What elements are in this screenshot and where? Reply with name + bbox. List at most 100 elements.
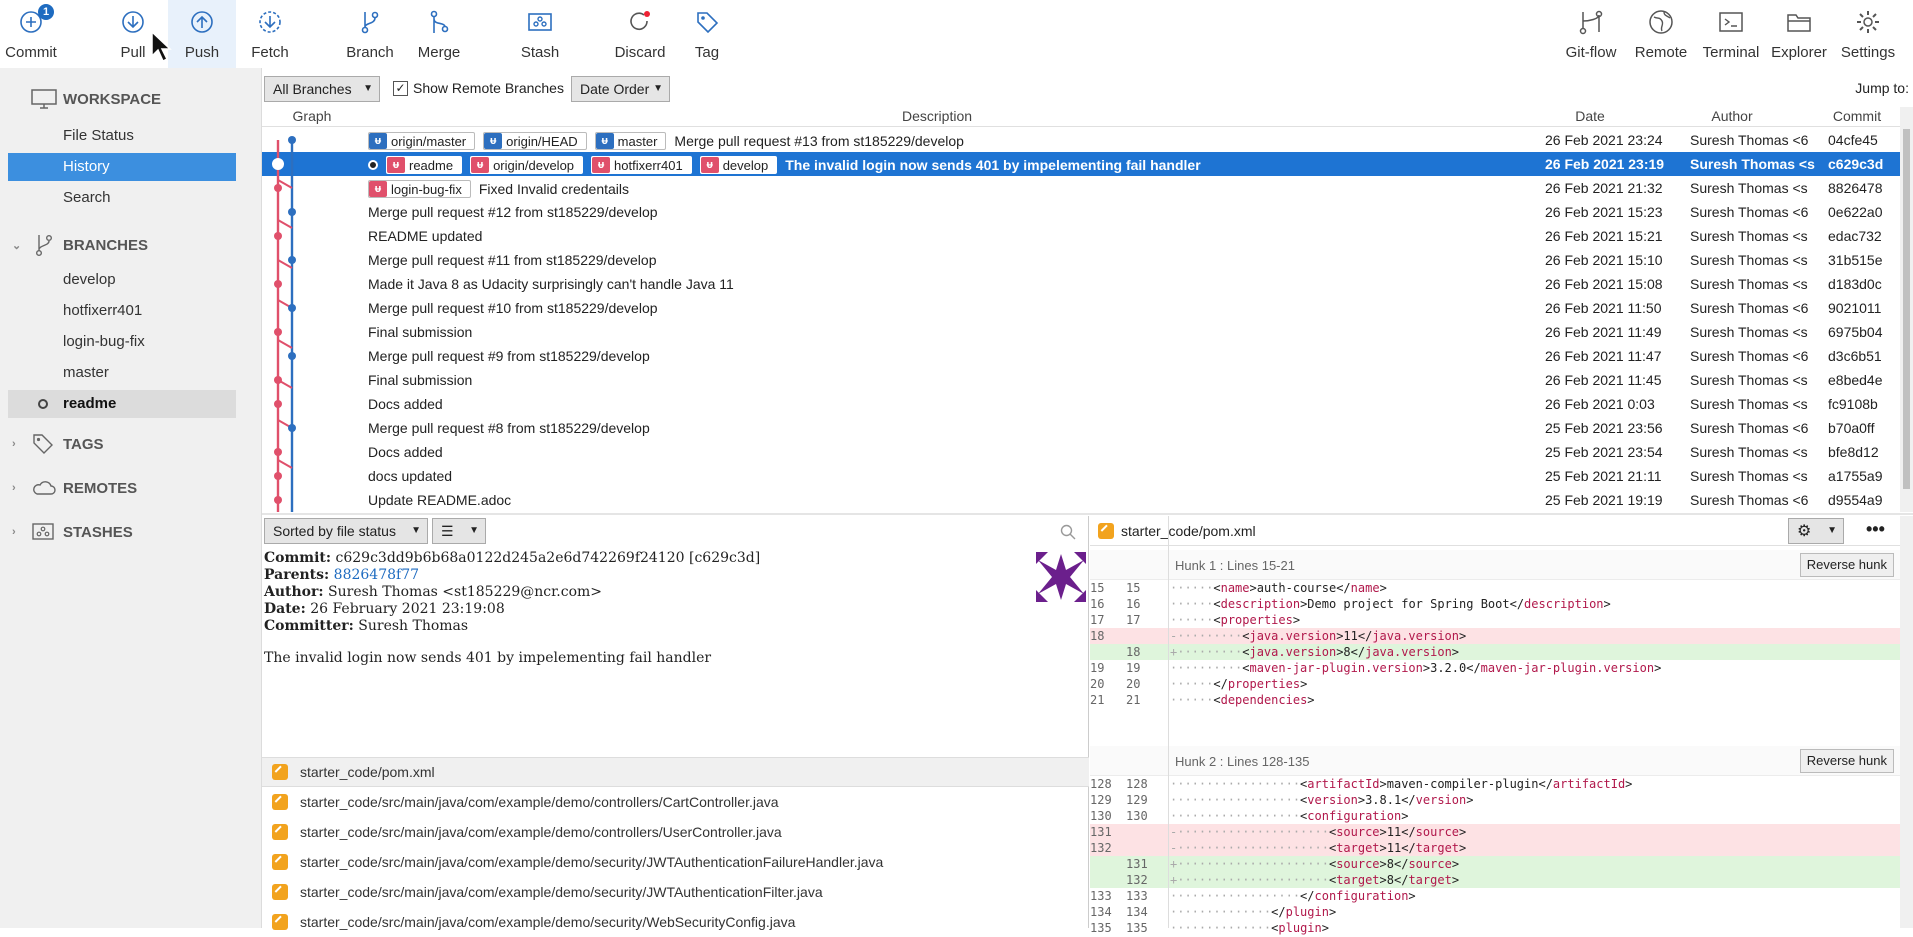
commit-list: ᵾ origin/master ᵾ origin/HEAD ᵾ master Merge p… bbox=[262, 128, 1900, 512]
view-mode-dropdown[interactable]: ☰ ▼ bbox=[432, 518, 486, 544]
tag-close: > bbox=[1379, 581, 1387, 595]
reverse-hunk-1-button[interactable]: Reverse hunk bbox=[1799, 553, 1894, 577]
branch-button[interactable]: Branch bbox=[344, 0, 396, 68]
sidebar-item-readme[interactable]: readme bbox=[8, 390, 236, 418]
file-row[interactable]: starter_code/src/main/java/com/example/d… bbox=[262, 787, 1089, 817]
commit-row[interactable]: Merge pull request #9 from st185229/deve… bbox=[262, 344, 1900, 368]
indent-whitespace: -····················· bbox=[1170, 825, 1329, 839]
commit-list-scrollbar[interactable] bbox=[1900, 107, 1913, 512]
commit-description: Final submission bbox=[368, 372, 472, 388]
file-row[interactable]: starter_code/src/main/java/com/example/d… bbox=[262, 907, 1089, 937]
graph-column-header[interactable]: Graph bbox=[262, 108, 362, 124]
commit-row[interactable]: Update README.adoc 25 Feb 2021 19:19 Sures… bbox=[262, 488, 1900, 512]
branch-label[interactable]: ᵾ origin/HEAD bbox=[483, 132, 587, 150]
more-options-icon[interactable]: ••• bbox=[1866, 519, 1885, 540]
commit-row[interactable]: Final submission 26 Feb 2021 11:49 Suresh … bbox=[262, 320, 1900, 344]
xml-tag: description bbox=[1524, 597, 1604, 611]
author-column-header[interactable]: Author bbox=[1682, 108, 1782, 124]
merge-button[interactable]: Merge bbox=[414, 0, 464, 68]
commit-row[interactable]: ᵾ readme ᵾ origin/develop ᵾ hotfixerr401 ᵾ deve… bbox=[262, 152, 1900, 176]
pull-label: Pull bbox=[120, 44, 146, 61]
push-button[interactable]: Push bbox=[168, 0, 236, 68]
sidebar-item-history[interactable]: History bbox=[8, 153, 236, 181]
tag-button[interactable]: Tag bbox=[688, 0, 726, 68]
branch-label[interactable]: ᵾ login-bug-fix bbox=[368, 180, 471, 198]
search-icon[interactable] bbox=[1060, 524, 1076, 540]
branch-label[interactable]: ᵾ master bbox=[594, 132, 667, 150]
diff-scrollbar[interactable] bbox=[1900, 516, 1913, 928]
fetch-button[interactable]: Fetch bbox=[246, 0, 294, 68]
parent-link[interactable]: 8826478f77 bbox=[334, 567, 419, 583]
remotes-header[interactable]: › REMOTES bbox=[0, 473, 262, 503]
discard-button[interactable]: Discard bbox=[612, 0, 668, 68]
chevron-right-icon: › bbox=[12, 482, 16, 494]
sidebar-item-search[interactable]: Search bbox=[8, 184, 236, 212]
reverse-hunk-2-button[interactable]: Reverse hunk bbox=[1799, 749, 1894, 773]
sidebar-item-file-status[interactable]: File Status bbox=[8, 122, 236, 150]
description-column-header[interactable]: Description bbox=[362, 108, 1512, 124]
commit-column-header[interactable]: Commit bbox=[1822, 108, 1892, 124]
remote-button[interactable]: Remote bbox=[1634, 0, 1688, 68]
commit-message: Merge pull request #12 from st185229/dev… bbox=[368, 204, 658, 220]
sidebar-item-master[interactable]: master bbox=[8, 359, 236, 387]
date-order-dropdown[interactable]: Date Order ▼ bbox=[571, 76, 670, 102]
terminal-button[interactable]: Terminal bbox=[1700, 0, 1762, 68]
branches-header[interactable]: ⌄ BRANCHES bbox=[0, 230, 262, 260]
sort-dropdown[interactable]: Sorted by file status ▼ bbox=[264, 518, 428, 544]
stashes-title: STASHES bbox=[63, 523, 133, 541]
file-row[interactable]: starter_code/pom.xml bbox=[262, 757, 1089, 787]
settings-button[interactable]: Settings bbox=[1838, 0, 1898, 68]
commit-row[interactable]: Merge pull request #10 from st185229/dev… bbox=[262, 296, 1900, 320]
diff-line: 19 19 ··········<maven-jar-plugin.version>… bbox=[1090, 660, 1900, 676]
diff-code: ··············<plugin> bbox=[1170, 920, 1329, 936]
file-row[interactable]: starter_code/src/main/java/com/example/d… bbox=[262, 847, 1089, 877]
commit-button[interactable]: 1 Commit bbox=[0, 0, 62, 68]
file-row[interactable]: starter_code/src/main/java/com/example/d… bbox=[262, 817, 1089, 847]
sidebar-item-develop[interactable]: develop bbox=[8, 266, 236, 294]
show-remote-branches-checkbox[interactable]: ✓ Show Remote Branches bbox=[393, 80, 564, 96]
scrollbar-thumb[interactable] bbox=[1903, 129, 1910, 489]
date-column-header[interactable]: Date bbox=[1540, 108, 1640, 124]
commit-author: Suresh Thomas <s bbox=[1690, 276, 1808, 292]
commit-row[interactable]: Made it Java 8 as Udacity surprisingly c… bbox=[262, 272, 1900, 296]
gitflow-button[interactable]: Git-flow bbox=[1562, 0, 1620, 68]
diff-code: ··············</plugin> bbox=[1170, 904, 1336, 920]
pane-splitter[interactable] bbox=[262, 513, 1913, 515]
all-branches-dropdown[interactable]: All Branches ▼ bbox=[264, 76, 380, 102]
commit-row[interactable]: ᵾ login-bug-fix Fixed Invalid credentails 2… bbox=[262, 176, 1900, 200]
fetch-label: Fetch bbox=[251, 44, 289, 61]
commit-description: Merge pull request #11 from st185229/dev… bbox=[368, 252, 656, 268]
commit-row[interactable]: docs updated 25 Feb 2021 21:11 Suresh Thom… bbox=[262, 464, 1900, 488]
xml-tag: artifactId bbox=[1307, 777, 1380, 791]
commit-row[interactable]: Merge pull request #12 from st185229/dev… bbox=[262, 200, 1900, 224]
stash-button[interactable]: Stash bbox=[515, 0, 565, 68]
sidebar-item-login-bug-fix[interactable]: login-bug-fix bbox=[8, 328, 236, 356]
history-filter-bar: All Branches ▼ ✓ Show Remote Branches Dat… bbox=[262, 74, 1913, 104]
diff-line: 15 15 ······<name>auth-course</name> bbox=[1090, 580, 1900, 596]
branch-label[interactable]: ᵾ develop bbox=[699, 156, 778, 174]
remote-label: Remote bbox=[1634, 44, 1688, 61]
stashes-header[interactable]: › STASHES bbox=[0, 517, 262, 547]
commit-row[interactable]: Docs added 25 Feb 2021 23:54 Suresh Thomas… bbox=[262, 440, 1900, 464]
sidebar-item-hotfixerr401[interactable]: hotfixerr401 bbox=[8, 297, 236, 325]
diff-options-dropdown[interactable]: ⚙ ▼ bbox=[1788, 518, 1844, 544]
commit-row[interactable]: ᵾ origin/master ᵾ origin/HEAD ᵾ master Merge p… bbox=[262, 128, 1900, 152]
branch-label[interactable]: ᵾ origin/develop bbox=[470, 156, 584, 174]
workspace-header[interactable]: WORKSPACE bbox=[0, 84, 262, 114]
commit-hash: d183d0c bbox=[1828, 276, 1882, 292]
branch-label[interactable]: ᵾ origin/master bbox=[368, 132, 476, 150]
tags-header[interactable]: › TAGS bbox=[0, 429, 262, 459]
commit-row[interactable]: Merge pull request #8 from st185229/deve… bbox=[262, 416, 1900, 440]
commit-row[interactable]: Merge pull request #11 from st185229/dev… bbox=[262, 248, 1900, 272]
commit-row[interactable]: Docs added 26 Feb 2021 0:03 Suresh Thomas … bbox=[262, 392, 1900, 416]
branch-label[interactable]: ᵾ readme bbox=[386, 156, 463, 174]
branch-label[interactable]: ᵾ hotfixerr401 bbox=[591, 156, 692, 174]
xml-tag: target bbox=[1336, 873, 1380, 887]
chevron-down-icon: ▼ bbox=[411, 525, 421, 536]
commit-row[interactable]: Final submission 26 Feb 2021 11:45 Suresh … bbox=[262, 368, 1900, 392]
new-line-number: 18 bbox=[1126, 645, 1141, 659]
explorer-button[interactable]: Explorer bbox=[1770, 0, 1828, 68]
commit-date: 26 Feb 2021 15:10 bbox=[1545, 252, 1663, 268]
commit-row[interactable]: README updated 26 Feb 2021 15:21 Suresh Th… bbox=[262, 224, 1900, 248]
file-row[interactable]: starter_code/src/main/java/com/example/d… bbox=[262, 877, 1089, 907]
